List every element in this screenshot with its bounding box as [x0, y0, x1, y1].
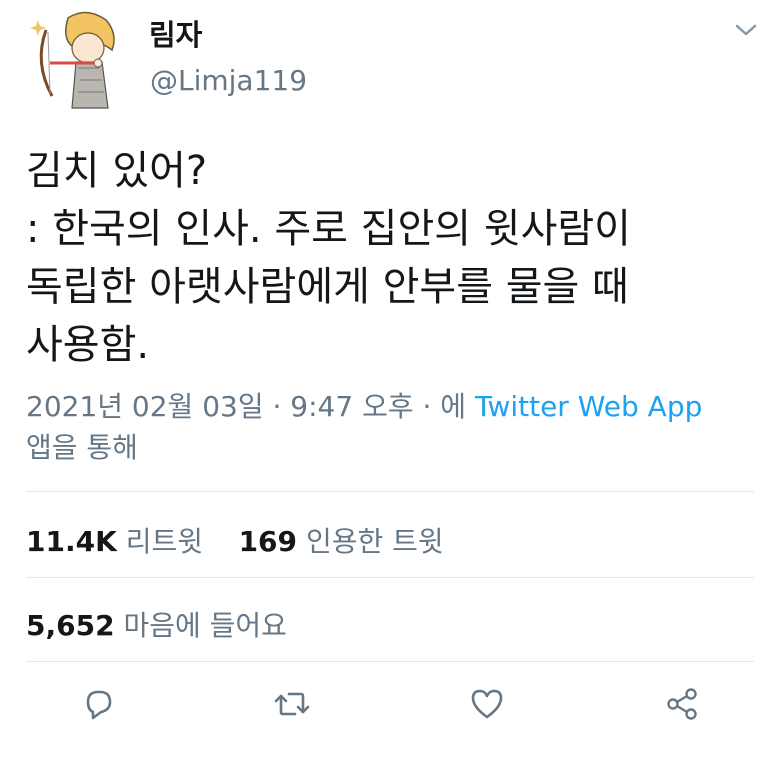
retweets-label[interactable]: 리트윗 — [126, 525, 203, 558]
like-button[interactable] — [467, 684, 507, 724]
display-name[interactable]: 림자 — [149, 12, 202, 54]
tweet-text: 김치 있어? : 한국의 인사. 주로 집안의 윗사람이 독립한 아랫사람에게 … — [26, 142, 766, 374]
share-icon — [667, 688, 697, 720]
tweet-line: 사용함. — [26, 322, 150, 368]
reply-icon — [86, 690, 112, 720]
chevron-down-icon — [735, 24, 757, 36]
likes-label[interactable]: 마음에 들어요 — [123, 609, 286, 642]
quotes-count[interactable]: 169 — [239, 525, 297, 558]
divider — [26, 661, 754, 662]
reply-button[interactable] — [78, 684, 118, 724]
retweets-count[interactable]: 11.4K — [26, 525, 117, 558]
tweet-line: 김치 있어? — [26, 148, 208, 194]
divider — [26, 577, 754, 578]
tweet-meta: 2021년 02월 03일 · 9:47 오후 · 에 Twitter Web … — [26, 386, 766, 468]
tweet-line: : 한국의 인사. 주로 집안의 윗사람이 — [26, 206, 631, 252]
like-stats: 5,652 마음에 들어요 — [26, 604, 287, 644]
quotes-label[interactable]: 인용한 트윗 — [306, 525, 444, 558]
source-link[interactable]: Twitter Web App — [475, 390, 702, 423]
tweet-line: 독립한 아랫사람에게 안부를 물을 때 — [26, 264, 629, 310]
tweet-options-caret[interactable] — [733, 20, 759, 40]
likes-count[interactable]: 5,652 — [26, 609, 115, 642]
heart-icon — [471, 689, 503, 719]
user-handle[interactable]: @Limja119 — [150, 64, 307, 97]
timestamp[interactable]: 2021년 02월 03일 · 9:47 오후 · 에 — [26, 390, 466, 423]
via-suffix: 앱을 통해 — [26, 431, 138, 464]
share-button[interactable] — [662, 684, 702, 724]
retweet-stats: 11.4K 리트윗 169 인용한 트윗 — [26, 520, 444, 560]
avatar[interactable] — [28, 8, 138, 118]
divider — [26, 491, 754, 492]
retweet-icon — [274, 692, 310, 716]
retweet-button[interactable] — [272, 684, 312, 724]
